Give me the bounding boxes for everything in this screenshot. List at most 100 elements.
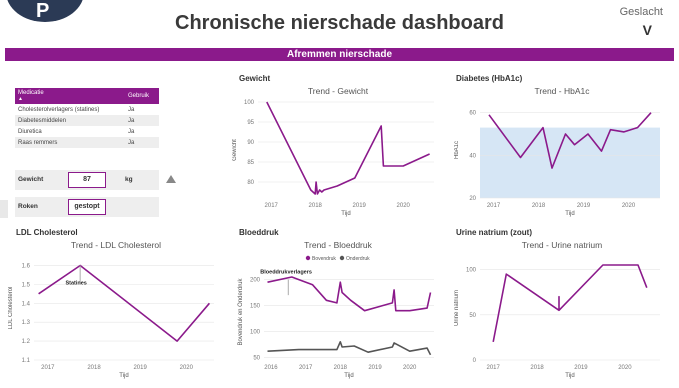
ldl-chart[interactable]: Trend - LDL Cholesterol 1.1 1.2 1.3 1.4 1.5 1.… <box>8 238 224 382</box>
section-banner: Afremmen nierschade <box>5 48 674 61</box>
table-cell: Diabetesmiddelen <box>15 115 125 126</box>
table-cell: Cholesterolverlagers (statines) <box>15 104 125 115</box>
y-axis-label: HbA1c <box>454 141 460 159</box>
medication-table: Medicatie ▲ Gebruik Cholesterolverlagers … <box>15 88 159 148</box>
scrollbar-handle[interactable] <box>0 200 8 218</box>
x-axis-label: Tijd <box>344 373 353 379</box>
table-cell: Ja <box>124 115 159 126</box>
column-header-gebruik[interactable]: Gebruik <box>124 88 159 104</box>
y-tick-label: 100 <box>466 268 477 274</box>
y-tick-label: 200 <box>250 278 261 284</box>
y-tick-label: 90 <box>247 140 254 146</box>
x-tick-label: 2018 <box>530 365 544 371</box>
column-header-medicatie[interactable]: Medicatie ▲ <box>15 88 125 104</box>
hba1c-chart[interactable]: Trend - HbA1c 20 40 60 2017 2018 2019 2020 Tijd H… <box>454 84 670 220</box>
x-tick-label: 2020 <box>618 365 632 371</box>
y-tick-label: 1.3 <box>22 320 31 326</box>
section-title-sodium: Urine natrium (zout) <box>456 228 532 237</box>
y-tick-label: 80 <box>247 180 254 186</box>
y-tick-label: 1.2 <box>22 339 31 345</box>
y-tick-label: 50 <box>253 355 260 361</box>
table-row: Diabetesmiddelen Ja <box>15 115 159 126</box>
x-tick-label: 2020 <box>403 365 417 371</box>
y-tick-label: 1.1 <box>22 358 31 364</box>
chart-title: Trend - Urine natrium <box>522 240 602 250</box>
table-cell: Diuretica <box>15 126 125 137</box>
series-line <box>266 101 430 195</box>
section-title-weight: Gewicht <box>239 74 271 83</box>
x-tick-label: 2017 <box>41 365 55 371</box>
series-line <box>267 341 432 356</box>
chart-title: Trend - Gewicht <box>308 86 369 96</box>
legend-label: Onderdruk <box>346 256 370 262</box>
x-tick-label: 2017 <box>487 203 501 209</box>
table-cell: Ja <box>124 137 159 148</box>
y-tick-label: 50 <box>469 313 476 319</box>
y-tick-label: 100 <box>244 100 255 106</box>
x-tick-label: 2019 <box>577 203 591 209</box>
y-tick-label: 0 <box>473 358 477 364</box>
x-axis-label: Tijd <box>119 373 128 379</box>
section-title-ldl: LDL Cholesterol <box>16 228 78 237</box>
x-tick-label: 2020 <box>180 365 194 371</box>
x-tick-label: 2016 <box>264 365 278 371</box>
legend-marker <box>339 255 345 261</box>
section-title-bp: Bloeddruk <box>239 228 279 237</box>
table-cell: Raas remmers <box>15 137 125 148</box>
y-tick-label: 95 <box>247 120 254 126</box>
smoking-field[interactable]: gestopt <box>68 199 106 215</box>
x-tick-label: 2019 <box>574 365 588 371</box>
x-tick-label: 2017 <box>265 203 279 209</box>
y-tick-label: 60 <box>469 111 476 117</box>
legend-label: Bovendruk <box>312 256 336 262</box>
gender-label: Geslacht <box>619 6 663 18</box>
x-tick-label: 2019 <box>353 203 367 209</box>
sodium-chart[interactable]: Trend - Urine natrium 0 50 100 2017 2018 2019 2… <box>454 238 670 382</box>
table-row: Diuretica Ja <box>15 126 159 137</box>
y-tick-label: 1.4 <box>22 301 31 307</box>
y-tick-label: 1.5 <box>22 282 31 288</box>
chart-title: Trend - HbA1c <box>535 86 591 96</box>
annotation-label: Bloeddrukverlagers <box>260 269 312 275</box>
table-row: Cholesterolverlagers (statines) Ja <box>15 104 159 115</box>
series-line <box>492 264 648 343</box>
y-axis-label: LDL Cholesterol <box>8 287 14 330</box>
dashboard-page: P Chronische nierschade dashboard Geslac… <box>0 0 679 388</box>
weight-label: Gewicht <box>18 176 44 183</box>
smoking-label: Roken <box>18 203 38 210</box>
table-header-row: Medicatie ▲ Gebruik <box>15 88 159 104</box>
x-tick-label: 2018 <box>309 203 323 209</box>
y-axis-label: Bovendruk en Onderdruk <box>238 277 244 345</box>
y-tick-label: 40 <box>469 153 476 159</box>
annotation-label: Statines <box>65 280 86 286</box>
y-tick-label: 100 <box>250 329 261 335</box>
table-row: Raas remmers Ja <box>15 137 159 148</box>
x-tick-label: 2018 <box>87 365 101 371</box>
x-axis-label: Tijd <box>341 211 350 217</box>
table-cell: Ja <box>124 104 159 115</box>
weight-unit: kg <box>125 176 133 183</box>
section-title-diabetes: Diabetes (HbA1c) <box>456 74 523 83</box>
chart-title: Trend - LDL Cholesterol <box>71 240 161 250</box>
x-tick-label: 2017 <box>486 365 500 371</box>
table-cell: Ja <box>124 126 159 137</box>
x-tick-label: 2017 <box>299 365 313 371</box>
legend-marker <box>305 255 311 261</box>
y-tick-label: 85 <box>247 160 254 166</box>
weight-field[interactable]: 87 <box>68 172 106 188</box>
weight-chart[interactable]: Trend - Gewicht 80 85 90 95 100 2017 2018 2019 20… <box>232 84 444 220</box>
sort-asc-icon[interactable]: ▲ <box>18 96 23 102</box>
x-tick-label: 2020 <box>397 203 411 209</box>
x-axis-label: Tijd <box>565 373 574 379</box>
bp-chart[interactable]: Trend - Bloeddruk 50 100 150 200 2016 2017 2018… <box>232 238 444 382</box>
x-tick-label: 2019 <box>133 365 147 371</box>
y-tick-label: 150 <box>250 304 261 310</box>
trend-up-icon <box>166 175 176 183</box>
page-title: Chronische nierschade dashboard <box>175 12 504 34</box>
y-tick-label: 20 <box>469 196 476 202</box>
chart-title: Trend - Bloeddruk <box>304 240 372 250</box>
x-tick-label: 2018 <box>532 203 546 209</box>
header: P Chronische nierschade dashboard Geslac… <box>0 0 679 44</box>
gender-value: V <box>642 22 652 38</box>
x-axis-label: Tijd <box>565 211 574 217</box>
